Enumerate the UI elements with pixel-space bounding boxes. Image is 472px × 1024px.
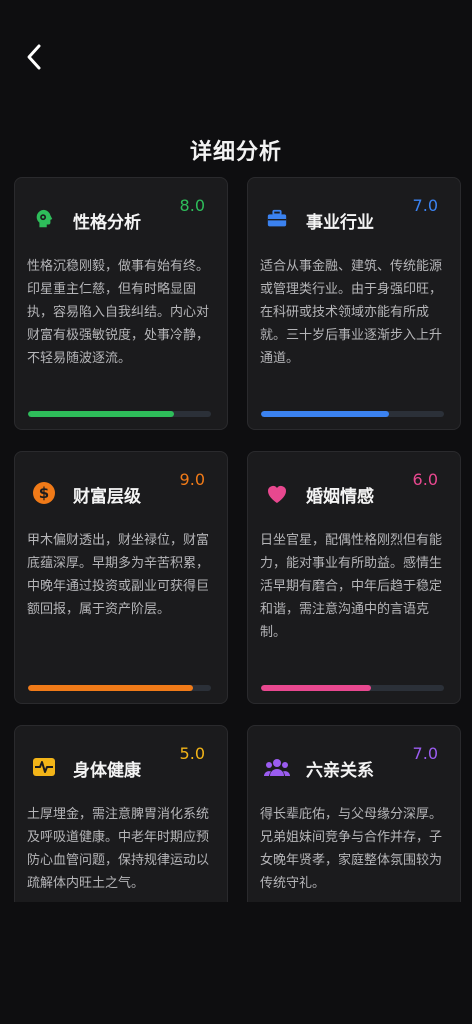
card-score: 7.0 <box>412 744 438 763</box>
analysis-card-career[interactable]: 事业行业 7.0 适合从事金融、建筑、传统能源或管理类行业。由于身强印旺，在科研或技… <box>247 177 461 430</box>
score-progress-fill <box>28 685 193 691</box>
family-users-icon <box>264 754 290 780</box>
briefcase-icon <box>264 206 290 232</box>
svg-text:$: $ <box>39 484 49 502</box>
card-title: 财富层级 <box>73 487 141 507</box>
card-description: 得长辈庇佑，与父母缘分深厚。兄弟姐妹间竞争与合作并存，子女晚年贤孝，家庭整体氛围… <box>260 807 443 891</box>
score-progress-fill <box>261 411 390 417</box>
analysis-card-family[interactable]: 六亲关系 7.0 得长辈庇佑，与父母缘分深厚。兄弟姐妹间竞争与合作并存，子女晚年贤孝… <box>247 725 461 902</box>
analysis-card-personality[interactable]: 性格分析 8.0 性格沉稳刚毅，做事有始有终。印星重主仁慈，但有时略显固执，容易陷入… <box>14 177 228 430</box>
score-progress-fill <box>261 685 371 691</box>
heart-icon <box>264 480 290 506</box>
card-description: 日坐官星，配偶性格刚烈但有能力，能对事业有所助益。感情生活早期有磨合，中年后趋于… <box>260 533 443 640</box>
back-button[interactable] <box>20 40 48 74</box>
card-score: 6.0 <box>412 470 438 489</box>
analysis-card-marriage[interactable]: 婚姻情感 6.0 日坐官星，配偶性格刚烈但有能力，能对事业有所助益。感情生活早期有磨… <box>247 451 461 704</box>
card-title: 六亲关系 <box>306 761 374 781</box>
brain-gear-icon <box>31 206 57 232</box>
card-score: 8.0 <box>179 196 205 215</box>
card-title: 婚姻情感 <box>306 487 374 507</box>
analysis-grid: 性格分析 8.0 性格沉稳刚毅，做事有始有终。印星重主仁慈，但有时略显固执，容易陷入… <box>0 170 472 902</box>
card-score: 9.0 <box>179 470 205 489</box>
card-description: 甲木偏财透出，财坐禄位，财富底蕴深厚。早期多为辛苦积累，中晚年通过投资或副业可获… <box>27 533 210 617</box>
page-title: 详细分析 <box>189 140 282 165</box>
card-title: 性格分析 <box>73 213 141 233</box>
score-progress-bar <box>28 411 211 417</box>
analysis-card-wealth[interactable]: $ 财富层级 9.0 甲木偏财透出，财坐禄位，财富底蕴深厚。早期多为辛苦积累，中晚年通… <box>14 451 228 704</box>
analysis-card-health[interactable]: 身体健康 5.0 土厚埋金，需注意脾胃消化系统及呼吸道健康。中老年时期应预防心血管问… <box>14 725 228 902</box>
card-score: 5.0 <box>179 744 205 763</box>
chevron-left-icon <box>27 44 41 70</box>
score-progress-bar <box>28 685 211 691</box>
card-title: 身体健康 <box>73 761 141 781</box>
card-title: 事业行业 <box>306 213 374 233</box>
score-progress-fill <box>28 411 175 417</box>
score-progress-bar <box>261 685 444 691</box>
health-pulse-icon <box>31 754 57 780</box>
card-description: 土厚埋金，需注意脾胃消化系统及呼吸道健康。中老年时期应预防心血管问题，保持规律运… <box>27 807 210 891</box>
card-description: 性格沉稳刚毅，做事有始有终。印星重主仁慈，但有时略显固执，容易陷入自我纠结。内心… <box>27 259 210 366</box>
card-score: 7.0 <box>412 196 438 215</box>
card-description: 适合从事金融、建筑、传统能源或管理类行业。由于身强印旺，在科研或技术领域亦能有所… <box>260 259 443 366</box>
score-progress-bar <box>261 411 444 417</box>
dollar-circle-icon: $ <box>31 480 57 506</box>
